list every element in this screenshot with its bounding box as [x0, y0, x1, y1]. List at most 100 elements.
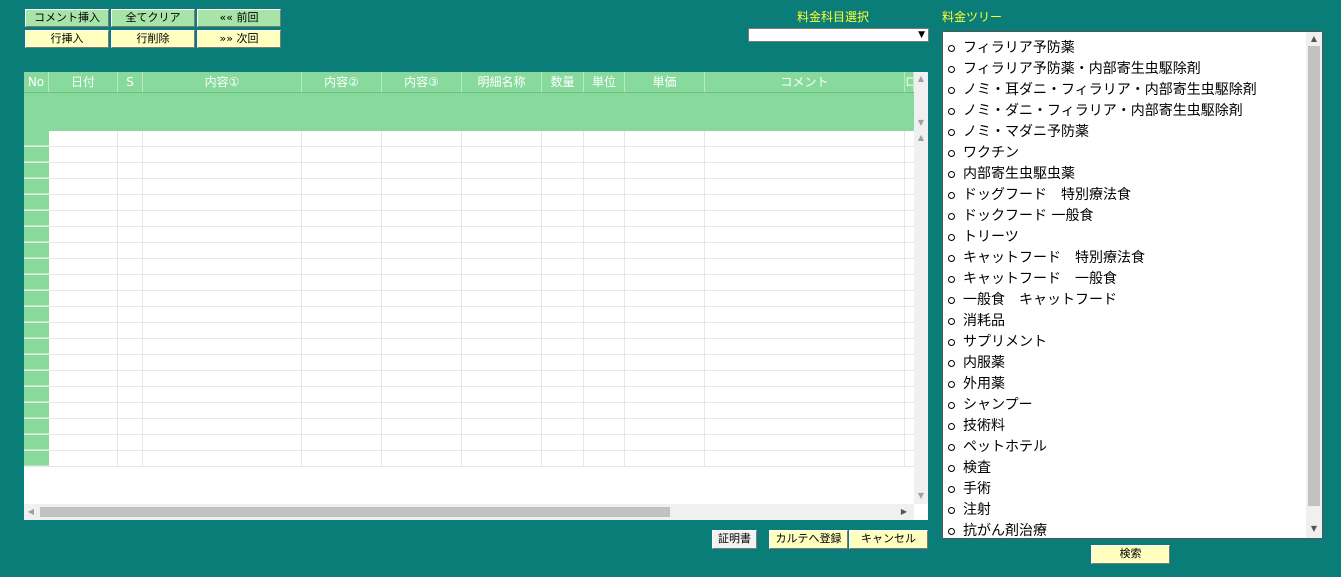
- fee-select-dropdown[interactable]: ▼: [748, 28, 929, 42]
- scroll-up-icon[interactable]: ▲: [1307, 34, 1321, 44]
- table-row[interactable]: [24, 243, 914, 259]
- table-row[interactable]: [24, 307, 914, 323]
- col-quantity[interactable]: 数量: [542, 72, 584, 92]
- tree-item[interactable]: キャットフード 一般食: [943, 269, 1322, 290]
- scroll-down-icon[interactable]: ▼: [914, 491, 928, 501]
- scroll-up-icon[interactable]: ▲: [914, 74, 928, 84]
- row-number-cell[interactable]: [24, 275, 49, 290]
- col-unit[interactable]: 単位: [584, 72, 625, 92]
- scrollbar-thumb[interactable]: [40, 507, 670, 517]
- table-row[interactable]: [24, 195, 914, 211]
- tree-item[interactable]: 外用薬: [943, 374, 1322, 395]
- row-number-cell[interactable]: [24, 147, 49, 162]
- col-content3[interactable]: 内容③: [382, 72, 462, 92]
- prev-button[interactable]: «« 前回: [197, 9, 281, 27]
- tree-item[interactable]: 消耗品: [943, 311, 1322, 332]
- tree-item[interactable]: ワクチン: [943, 143, 1322, 164]
- table-row[interactable]: [24, 163, 914, 179]
- table-row[interactable]: [24, 147, 914, 163]
- table-row[interactable]: [24, 387, 914, 403]
- tree-item[interactable]: 技術料: [943, 416, 1322, 437]
- scroll-down-icon[interactable]: ▼: [914, 118, 928, 128]
- col-comment[interactable]: コメント: [705, 72, 905, 92]
- table-row[interactable]: [24, 435, 914, 451]
- row-number-cell[interactable]: [24, 211, 49, 226]
- fee-tree-panel[interactable]: フィラリア予防薬 フィラリア予防薬・内部寄生虫駆除剤 ノミ・耳ダニ・フィラリア・内部…: [942, 31, 1323, 539]
- tree-item[interactable]: キャットフード 特別療法食: [943, 248, 1322, 269]
- grid-horizontal-scrollbar[interactable]: ◀ ▶: [24, 504, 914, 520]
- row-number-cell[interactable]: [24, 371, 49, 386]
- scroll-left-icon[interactable]: ◀: [25, 507, 37, 517]
- table-row[interactable]: [24, 275, 914, 291]
- col-no[interactable]: No: [24, 72, 49, 92]
- row-delete-button[interactable]: 行削除: [111, 30, 195, 48]
- row-number-cell[interactable]: [24, 307, 49, 322]
- row-number-cell[interactable]: [24, 403, 49, 418]
- table-row[interactable]: [24, 179, 914, 195]
- col-unit-price[interactable]: 単価: [625, 72, 705, 92]
- col-content1[interactable]: 内容①: [143, 72, 302, 92]
- row-insert-button[interactable]: 行挿入: [25, 30, 109, 48]
- row-number-cell[interactable]: [24, 131, 49, 146]
- table-row[interactable]: [24, 371, 914, 387]
- col-s[interactable]: S: [118, 72, 143, 92]
- next-button[interactable]: »» 次回: [197, 30, 281, 48]
- row-number-cell[interactable]: [24, 243, 49, 258]
- row-number-cell[interactable]: [24, 387, 49, 402]
- row-number-cell[interactable]: [24, 451, 49, 466]
- tree-item[interactable]: フィラリア予防薬・内部寄生虫駆除剤: [943, 59, 1322, 80]
- col-content2[interactable]: 内容②: [302, 72, 382, 92]
- table-row[interactable]: [24, 419, 914, 435]
- row-number-cell[interactable]: [24, 179, 49, 194]
- tree-item[interactable]: ノミ・ダニ・フィラリア・内部寄生虫駆除剤: [943, 101, 1322, 122]
- tree-item[interactable]: 抗がん剤治療: [943, 521, 1322, 538]
- table-row[interactable]: [24, 451, 914, 467]
- tree-item[interactable]: トリーツ: [943, 227, 1322, 248]
- clear-all-button[interactable]: 全てクリア: [111, 9, 195, 27]
- table-row[interactable]: [24, 339, 914, 355]
- col-date[interactable]: 日付: [49, 72, 118, 92]
- tree-item[interactable]: 検査: [943, 458, 1322, 479]
- search-button[interactable]: 検索: [1091, 545, 1170, 564]
- table-row[interactable]: [24, 323, 914, 339]
- row-number-cell[interactable]: [24, 419, 49, 434]
- table-row[interactable]: [24, 211, 914, 227]
- col-item-name[interactable]: 明細名称: [462, 72, 542, 92]
- tree-item[interactable]: 内部寄生虫駆虫薬: [943, 164, 1322, 185]
- register-karte-button[interactable]: カルテへ登録: [769, 530, 848, 549]
- row-number-cell[interactable]: [24, 323, 49, 338]
- scroll-up-icon[interactable]: ▲: [914, 133, 928, 143]
- table-row[interactable]: [24, 227, 914, 243]
- tree-item[interactable]: フィラリア予防薬: [943, 38, 1322, 59]
- table-row[interactable]: [24, 131, 914, 147]
- tree-item[interactable]: ドッグフード 特別療法食: [943, 185, 1322, 206]
- header-vertical-scrollbar[interactable]: ▲ ▼: [914, 72, 928, 131]
- grid-body[interactable]: [24, 131, 914, 467]
- tree-item[interactable]: シャンプー: [943, 395, 1322, 416]
- row-number-cell[interactable]: [24, 435, 49, 450]
- row-number-cell[interactable]: [24, 163, 49, 178]
- detail-grid[interactable]: No 日付 S 内容① 内容② 内容③ 明細名称 数量 単位 単価 コメント ロ…: [24, 72, 928, 520]
- grid-vertical-scrollbar[interactable]: ▲ ▼: [914, 131, 928, 504]
- table-row[interactable]: [24, 355, 914, 371]
- tree-item[interactable]: サプリメント: [943, 332, 1322, 353]
- col-extra[interactable]: ロ: [905, 72, 914, 92]
- tree-item[interactable]: ノミ・耳ダニ・フィラリア・内部寄生虫駆除剤: [943, 80, 1322, 101]
- row-number-cell[interactable]: [24, 355, 49, 370]
- row-number-cell[interactable]: [24, 291, 49, 306]
- tree-item[interactable]: 注射: [943, 500, 1322, 521]
- tree-item[interactable]: ノミ・マダニ予防薬: [943, 122, 1322, 143]
- table-row[interactable]: [24, 259, 914, 275]
- tree-item[interactable]: 手術: [943, 479, 1322, 500]
- tree-item[interactable]: ドックフード 一般食: [943, 206, 1322, 227]
- comment-insert-button[interactable]: コメント挿入: [25, 9, 109, 27]
- tree-item[interactable]: 一般食 キャットフード: [943, 290, 1322, 311]
- scroll-right-icon[interactable]: ▶: [898, 507, 910, 517]
- tree-item[interactable]: 内服薬: [943, 353, 1322, 374]
- scrollbar-thumb[interactable]: [1308, 46, 1320, 506]
- row-number-cell[interactable]: [24, 227, 49, 242]
- row-number-cell[interactable]: [24, 259, 49, 274]
- table-row[interactable]: [24, 403, 914, 419]
- cancel-button[interactable]: キャンセル: [849, 530, 928, 549]
- table-row[interactable]: [24, 291, 914, 307]
